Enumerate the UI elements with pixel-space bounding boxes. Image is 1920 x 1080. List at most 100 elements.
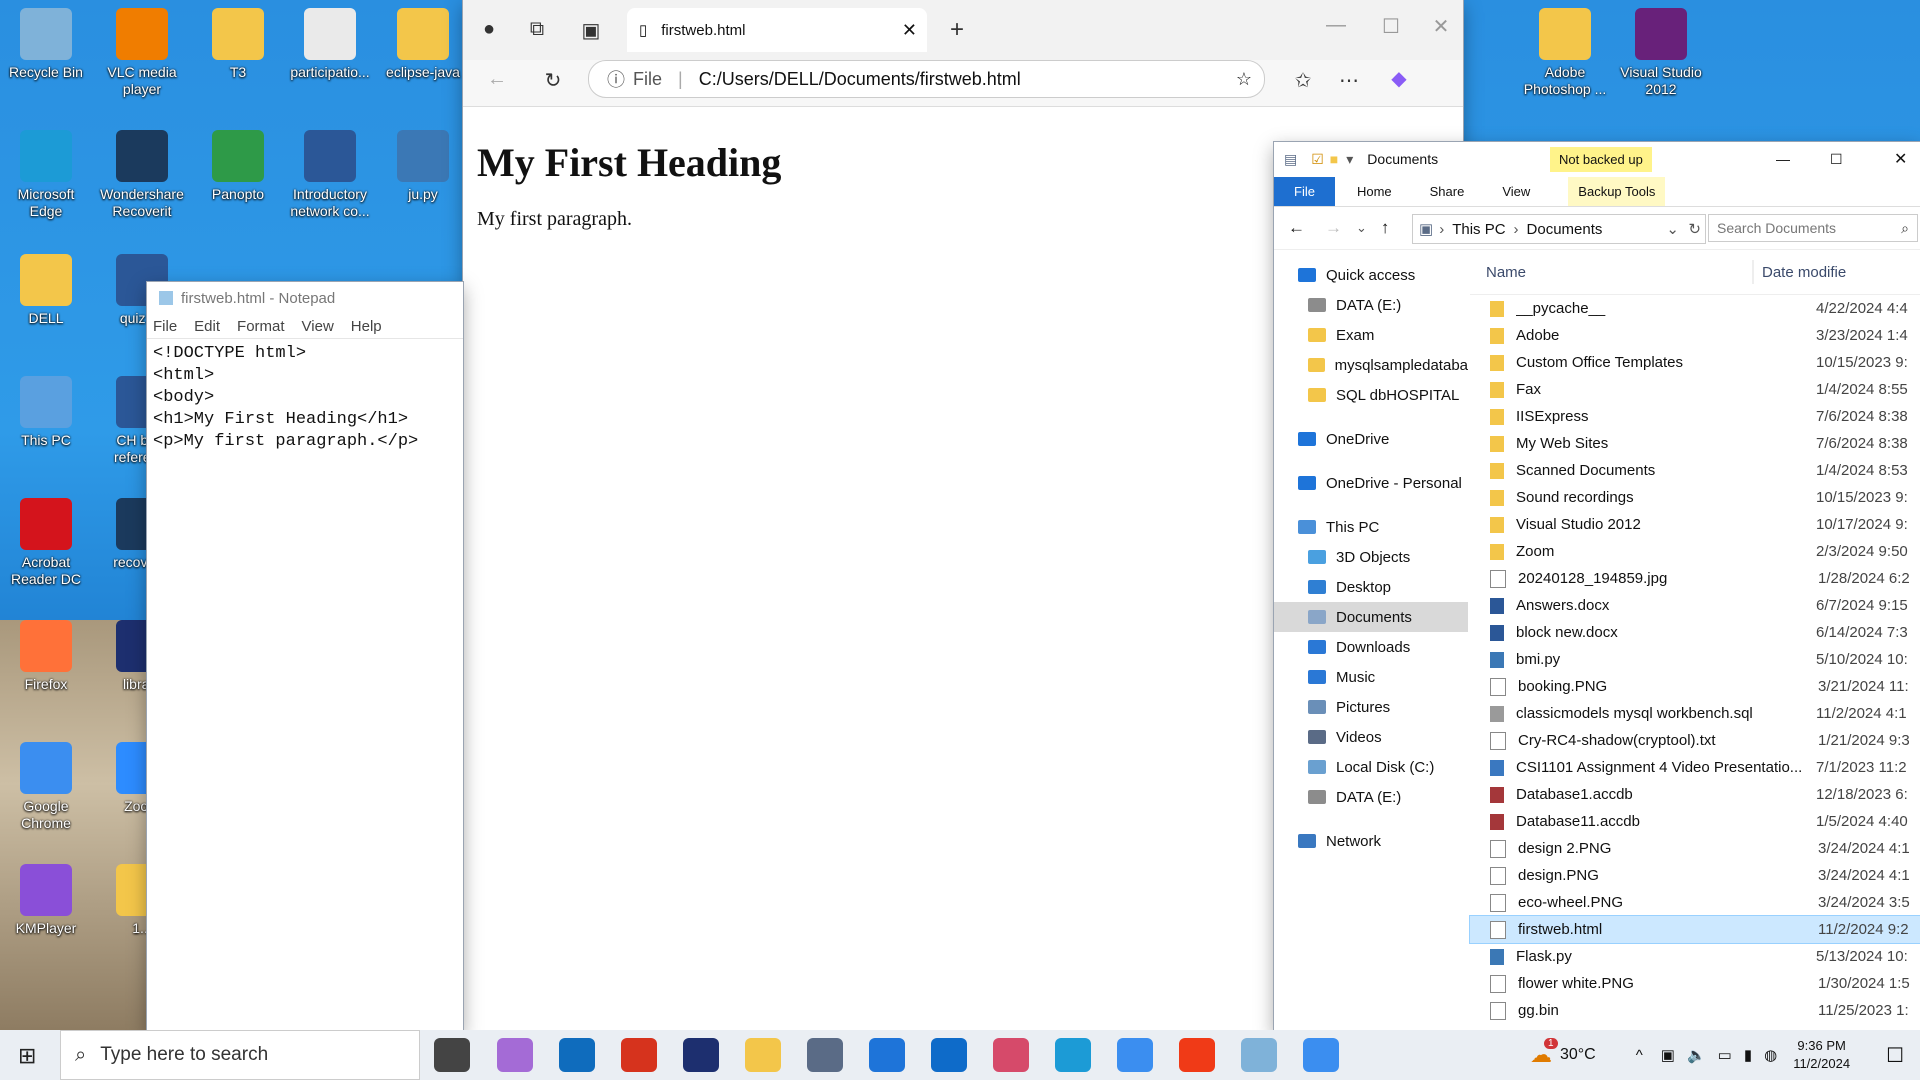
- nav-item[interactable]: OneDrive: [1274, 424, 1468, 454]
- notepad-menu-file[interactable]: File: [153, 318, 177, 335]
- recent-locations-icon[interactable]: ⌄: [1356, 220, 1367, 236]
- file-row[interactable]: flower white.PNG 1/30/2024 1:5: [1470, 970, 1920, 997]
- weather-temperature[interactable]: 30°C: [1560, 1046, 1596, 1064]
- up-icon[interactable]: ↑: [1381, 218, 1390, 238]
- file-row[interactable]: 20240128_194859.jpg 1/28/2024 6:2: [1470, 565, 1920, 592]
- mail-icon[interactable]: [869, 1038, 905, 1072]
- taskbar-search-box[interactable]: ⌕ Type here to search: [60, 1030, 420, 1080]
- azure-icon[interactable]: [931, 1038, 967, 1072]
- tray-app-icon[interactable]: ▣: [1661, 1046, 1675, 1064]
- desktop-icon[interactable]: Acrobat Reader DC: [3, 498, 89, 588]
- ribbon-tab-view[interactable]: View: [1502, 184, 1530, 199]
- close-icon[interactable]: ✕: [1423, 14, 1459, 39]
- nav-item[interactable]: Pictures: [1274, 692, 1468, 722]
- file-row[interactable]: Cry-RC4-shadow(cryptool).txt 1/21/2024 9:…: [1470, 727, 1920, 754]
- file-row[interactable]: booking.PNG 3/21/2024 11:: [1470, 673, 1920, 700]
- file-row[interactable]: Adobe 3/23/2024 1:4: [1470, 322, 1920, 349]
- file-row[interactable]: firstweb.html 11/2/2024 9:2: [1469, 915, 1920, 944]
- close-tab-icon[interactable]: ✕: [902, 20, 917, 41]
- copilot-icon[interactable]: ◆: [1381, 66, 1417, 91]
- notepad-text-area[interactable]: <!DOCTYPE html> <html> <body> <h1>My First …: [147, 338, 463, 457]
- file-row[interactable]: classicmodels mysql workbench.sql 11/2/20…: [1470, 700, 1920, 727]
- task-view-icon[interactable]: [434, 1038, 470, 1072]
- new-tab-icon[interactable]: +: [939, 16, 975, 44]
- snipping-tool-icon[interactable]: [993, 1038, 1029, 1072]
- ecu-app-icon[interactable]: [683, 1038, 719, 1072]
- new-folder-icon[interactable]: ■: [1330, 151, 1338, 167]
- chrome-icon[interactable]: [1303, 1038, 1339, 1072]
- desktop-icon[interactable]: participatio...: [287, 8, 373, 81]
- nav-item[interactable]: Music: [1274, 662, 1468, 692]
- notepad-menu-view[interactable]: View: [302, 318, 334, 335]
- file-row[interactable]: __pycache__ 4/22/2024 4:4: [1470, 295, 1920, 322]
- breadcrumb-documents[interactable]: Documents: [1527, 221, 1603, 238]
- file-row[interactable]: eco-wheel.PNG 3/24/2024 3:5: [1470, 889, 1920, 916]
- file-row[interactable]: Answers.docx 6/7/2024 9:15: [1470, 592, 1920, 619]
- desktop-icon[interactable]: DELL: [3, 254, 89, 327]
- file-row[interactable]: Database1.accdb 12/18/2023 6:: [1470, 781, 1920, 808]
- calculator-icon[interactable]: [807, 1038, 843, 1072]
- file-row[interactable]: My Web Sites 7/6/2024 8:38: [1470, 430, 1920, 457]
- file-row[interactable]: bmi.py 5/10/2024 10:: [1470, 646, 1920, 673]
- desktop-icon[interactable]: Firefox: [3, 620, 89, 693]
- desktop-icon[interactable]: Wondershare Recoverit: [99, 130, 185, 220]
- maximize-icon[interactable]: ☐: [1830, 151, 1843, 168]
- minimize-icon[interactable]: —: [1776, 151, 1790, 167]
- notepad-menu-edit[interactable]: Edit: [194, 318, 220, 335]
- desktop-icon[interactable]: Microsoft Edge: [3, 130, 89, 220]
- chevron-up-icon[interactable]: ^: [1636, 1047, 1643, 1064]
- file-row[interactable]: Custom Office Templates 10/15/2023 9:: [1470, 349, 1920, 376]
- vertical-tabs-icon[interactable]: ▣: [573, 18, 609, 43]
- forward-icon[interactable]: →: [1325, 218, 1342, 238]
- back-icon[interactable]: ←: [1288, 218, 1305, 238]
- profile-icon[interactable]: ●: [471, 18, 507, 41]
- checkmark-icon[interactable]: ☑: [1311, 151, 1324, 168]
- start-windows-icon[interactable]: ⊞: [18, 1043, 36, 1069]
- nav-item[interactable]: OneDrive - Personal: [1274, 468, 1468, 498]
- maximize-icon[interactable]: ☐: [1373, 14, 1409, 39]
- chrome-icon[interactable]: [1117, 1038, 1153, 1072]
- file-row[interactable]: block new.docx 6/14/2024 7:3: [1470, 619, 1920, 646]
- nav-item[interactable]: Desktop: [1274, 572, 1468, 602]
- refresh-icon[interactable]: ↻: [535, 68, 571, 93]
- outlook-icon[interactable]: [559, 1038, 595, 1072]
- ribbon-tab-file[interactable]: File: [1274, 176, 1335, 206]
- nav-item[interactable]: Downloads: [1274, 632, 1468, 662]
- desktop-icon[interactable]: Introductory network co...: [287, 130, 373, 220]
- desktop-icon[interactable]: KMPlayer: [3, 864, 89, 937]
- file-row[interactable]: Sound recordings 10/15/2023 9:: [1470, 484, 1920, 511]
- file-row[interactable]: CSI1101 Assignment 4 Video Presentatio..…: [1470, 754, 1920, 781]
- huawei-icon[interactable]: [621, 1038, 657, 1072]
- column-name[interactable]: Name: [1486, 264, 1752, 281]
- search-input[interactable]: Search Documents ⌕: [1708, 214, 1918, 242]
- properties-icon[interactable]: ▤: [1284, 151, 1297, 168]
- refresh-icon[interactable]: ↻: [1688, 220, 1701, 238]
- desktop-icon[interactable]: T3: [195, 8, 281, 81]
- nav-item[interactable]: Exam: [1274, 320, 1468, 350]
- breadcrumb[interactable]: ▣ › This PC › Documents ⌄ ↻: [1412, 214, 1706, 244]
- nav-item[interactable]: Documents: [1274, 602, 1468, 632]
- file-row[interactable]: design.PNG 3/24/2024 4:1: [1470, 862, 1920, 889]
- favorites-icon[interactable]: ✩: [1285, 68, 1321, 93]
- desktop-icon[interactable]: This PC: [3, 376, 89, 449]
- browser-tab[interactable]: ▯ firstweb.html ✕: [627, 8, 927, 52]
- minimize-icon[interactable]: —: [1318, 14, 1354, 37]
- notepad-icon[interactable]: [1241, 1038, 1277, 1072]
- desktop-icon[interactable]: Visual Studio 2012: [1618, 8, 1704, 98]
- notepad-menu-format[interactable]: Format: [237, 318, 285, 335]
- desktop-icon[interactable]: Panopto: [195, 130, 281, 203]
- notepad-menu-help[interactable]: Help: [351, 318, 382, 335]
- nav-item[interactable]: SQL dbHOSPITAL: [1274, 380, 1468, 410]
- customize-arrow-icon[interactable]: ▾: [1346, 151, 1353, 168]
- more-icon[interactable]: ⋯: [1331, 68, 1367, 93]
- desktop-icon[interactable]: ju.py: [380, 130, 466, 203]
- file-row[interactable]: Flask.py 5/13/2024 10:: [1470, 943, 1920, 970]
- network-globe-icon[interactable]: ◍: [1764, 1046, 1777, 1064]
- back-icon[interactable]: ←: [479, 68, 515, 91]
- file-row[interactable]: gg.bin 11/25/2023 1:: [1470, 997, 1920, 1024]
- desktop-icon[interactable]: VLC media player: [99, 8, 185, 98]
- nav-item[interactable]: Local Disk (C:): [1274, 752, 1468, 782]
- chevron-down-icon[interactable]: ⌄: [1666, 220, 1679, 238]
- file-row[interactable]: Database11.accdb 1/5/2024 4:40: [1470, 808, 1920, 835]
- nav-item[interactable]: Network: [1274, 826, 1468, 856]
